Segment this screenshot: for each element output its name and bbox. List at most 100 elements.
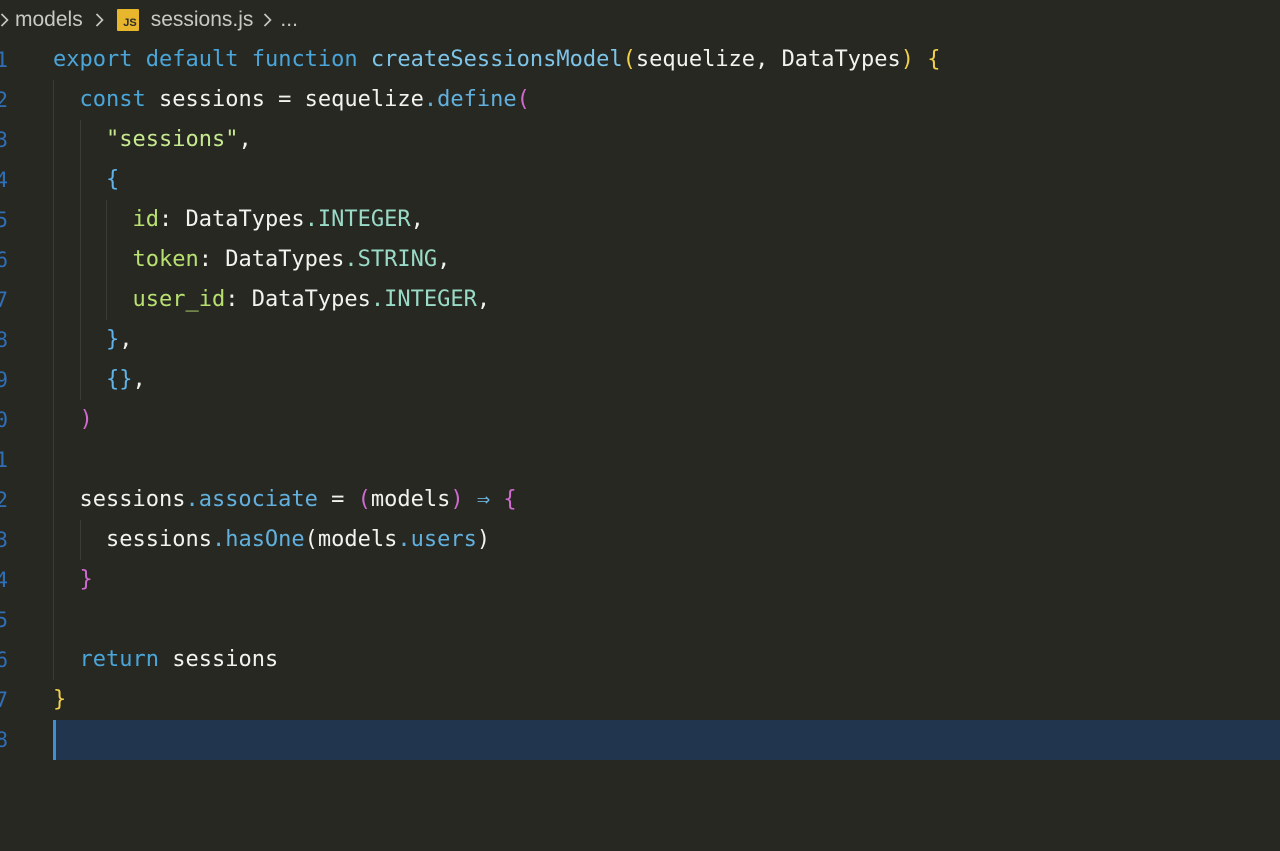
line-number: 4 bbox=[0, 168, 8, 192]
line-number: 1 bbox=[0, 48, 8, 72]
code-line[interactable]: 2 const sessions = sequelize.define( bbox=[0, 80, 1280, 120]
code-token: : DataTypes bbox=[158, 207, 305, 232]
code-editor[interactable]: 1 export default function createSessionsM… bbox=[0, 40, 1280, 851]
line-number: 0 bbox=[0, 408, 8, 432]
line-number: 8 bbox=[0, 728, 8, 752]
code-token: } bbox=[79, 567, 93, 592]
code-token: , bbox=[119, 327, 133, 352]
code-token: ) bbox=[450, 487, 464, 512]
line-number: 3 bbox=[0, 128, 8, 152]
code-token: { bbox=[503, 487, 517, 512]
code-token: return bbox=[79, 647, 159, 672]
line-number: 5 bbox=[0, 208, 8, 232]
code-token: {} bbox=[105, 367, 133, 392]
code-token: ( bbox=[622, 47, 636, 72]
line-number: 2 bbox=[0, 488, 8, 512]
code-token: .INTEGER bbox=[370, 287, 477, 312]
code-token: export bbox=[53, 47, 133, 72]
code-token: const bbox=[79, 87, 146, 112]
line-number: 5 bbox=[0, 608, 8, 632]
code-token: DataTypes bbox=[781, 47, 901, 72]
code-token: sessions = sequelize bbox=[145, 87, 424, 112]
code-line[interactable]: 5 bbox=[0, 600, 1280, 640]
code-token: createSessionsModel bbox=[370, 47, 623, 72]
code-line[interactable]: 3 sessions.hasOne(models.users) bbox=[0, 520, 1280, 560]
line-number: 7 bbox=[0, 688, 8, 712]
code-text: } bbox=[53, 560, 93, 600]
code-token: , bbox=[132, 367, 146, 392]
line-number: 7 bbox=[0, 288, 8, 312]
line-number: 8 bbox=[0, 328, 8, 352]
code-token: , bbox=[476, 287, 491, 312]
code-text: "sessions", bbox=[53, 120, 252, 160]
code-token: .STRING bbox=[344, 247, 438, 272]
code-token: token bbox=[132, 247, 199, 272]
code-token: , bbox=[437, 247, 451, 272]
code-line[interactable]: 6 return sessions bbox=[0, 640, 1280, 680]
code-token: "sessions" bbox=[105, 127, 239, 152]
code-token: .hasOne bbox=[211, 527, 305, 552]
line-number: 9 bbox=[0, 368, 8, 392]
code-line[interactable]: 0 ) bbox=[0, 400, 1280, 440]
code-line[interactable]: 1 bbox=[0, 440, 1280, 480]
code-token: } bbox=[105, 327, 120, 352]
code-line[interactable]: 7 user_id: DataTypes.INTEGER, bbox=[0, 280, 1280, 320]
code-line[interactable]: 3 "sessions", bbox=[0, 120, 1280, 160]
chevron-right-icon bbox=[0, 0, 11, 40]
breadcrumb-folder[interactable]: models bbox=[15, 8, 83, 32]
code-text: id: DataTypes.INTEGER, bbox=[53, 200, 424, 240]
code-token: .INTEGER bbox=[304, 207, 411, 232]
breadcrumb: models JS sessions.js ... bbox=[0, 0, 1280, 40]
code-line[interactable]: 5 id: DataTypes.INTEGER, bbox=[0, 200, 1280, 240]
code-line[interactable]: 2 sessions.associate = (models) ⇒ { bbox=[0, 480, 1280, 520]
code-line[interactable]: 9 {}, bbox=[0, 360, 1280, 400]
code-line[interactable]: 1 export default function createSessionsM… bbox=[0, 40, 1280, 80]
code-token: { bbox=[927, 47, 941, 72]
code-text: sessions.hasOne(models.users) bbox=[53, 520, 490, 560]
code-text: return sessions bbox=[53, 640, 279, 680]
code-token: , bbox=[410, 207, 424, 232]
code-line[interactable]: 8 bbox=[0, 720, 1280, 760]
code-token: sessions bbox=[158, 647, 279, 672]
code-text: ) bbox=[53, 400, 93, 440]
code-token: ) bbox=[79, 407, 93, 432]
line-number: 2 bbox=[0, 88, 8, 112]
code-line[interactable]: 4 } bbox=[0, 560, 1280, 600]
code-line[interactable]: 7} bbox=[0, 680, 1280, 720]
code-token: ) bbox=[476, 527, 491, 552]
code-token: : DataTypes bbox=[198, 247, 345, 272]
code-token: , bbox=[755, 47, 782, 72]
line-number: 3 bbox=[0, 528, 8, 552]
code-token: ( bbox=[357, 487, 371, 512]
code-token: } bbox=[53, 687, 67, 712]
code-token: user_id bbox=[132, 287, 226, 312]
code-token: models bbox=[370, 487, 451, 512]
code-line[interactable]: 8 }, bbox=[0, 320, 1280, 360]
breadcrumb-file[interactable]: sessions.js bbox=[151, 8, 254, 32]
code-token: .associate bbox=[185, 487, 318, 512]
code-token: default bbox=[145, 47, 239, 72]
code-token: (models bbox=[304, 527, 398, 552]
code-token: ⇒ bbox=[476, 487, 491, 512]
breadcrumb-symbols[interactable]: ... bbox=[280, 8, 298, 32]
line-number: 6 bbox=[0, 248, 8, 272]
line-number: 6 bbox=[0, 648, 8, 672]
code-text: token: DataTypes.STRING, bbox=[53, 240, 450, 280]
code-line[interactable]: 6 token: DataTypes.STRING, bbox=[0, 240, 1280, 280]
code-text: const sessions = sequelize.define( bbox=[53, 80, 530, 120]
code-line[interactable]: 4 { bbox=[0, 160, 1280, 200]
code-text: export default function createSessionsMo… bbox=[53, 40, 941, 80]
